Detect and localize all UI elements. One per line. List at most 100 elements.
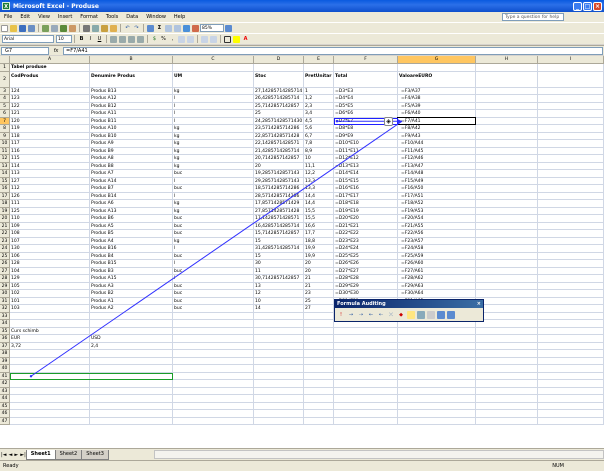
- table-cell[interactable]: 5,6: [304, 125, 334, 133]
- cell[interactable]: [476, 402, 538, 410]
- cell[interactable]: [10, 380, 90, 388]
- table-cell[interactable]: 17,8571428571429: [254, 200, 304, 208]
- cell[interactable]: [334, 357, 398, 365]
- row-header[interactable]: 16: [0, 185, 10, 193]
- cell[interactable]: [334, 402, 398, 410]
- cell[interactable]: [538, 387, 604, 395]
- table-cell[interactable]: 120: [10, 117, 90, 125]
- table-cell[interactable]: =D23*E23: [334, 237, 398, 245]
- cell[interactable]: [538, 410, 604, 418]
- table-cell[interactable]: 127: [10, 177, 90, 185]
- table-cell[interactable]: =F29/A63: [398, 282, 476, 290]
- table-cell[interactable]: Produs A4: [90, 237, 173, 245]
- row-header[interactable]: 27: [0, 267, 10, 275]
- cell[interactable]: [538, 402, 604, 410]
- cell[interactable]: [254, 395, 304, 403]
- cell[interactable]: [254, 402, 304, 410]
- cell[interactable]: [398, 402, 476, 410]
- table-cell[interactable]: 122: [10, 102, 90, 110]
- cell[interactable]: [398, 417, 476, 425]
- cell[interactable]: [476, 380, 538, 388]
- table-cell[interactable]: =F28/A62: [398, 275, 476, 283]
- print-preview-icon[interactable]: [51, 24, 58, 32]
- table-cell[interactable]: 25: [304, 297, 334, 305]
- cell[interactable]: [254, 327, 304, 335]
- cell[interactable]: [10, 320, 90, 328]
- font-select[interactable]: Arial: [2, 35, 54, 43]
- table-cell[interactable]: 15,5: [304, 215, 334, 223]
- table-cell[interactable]: l: [173, 192, 254, 200]
- table-header-cell[interactable]: PretUnitar: [304, 71, 334, 88]
- cell[interactable]: [398, 410, 476, 418]
- table-cell[interactable]: l: [173, 245, 254, 253]
- row-header[interactable]: 13: [0, 162, 10, 170]
- row-header[interactable]: 38: [0, 350, 10, 358]
- cell[interactable]: [90, 357, 173, 365]
- cell[interactable]: [538, 252, 604, 260]
- table-cell[interactable]: 125: [10, 207, 90, 215]
- align-right-icon[interactable]: [128, 35, 135, 43]
- table-cell[interactable]: =D22*E22: [334, 230, 398, 238]
- cell[interactable]: [173, 395, 254, 403]
- table-cell[interactable]: 22,8571428571428: [254, 132, 304, 140]
- cell[interactable]: [90, 387, 173, 395]
- formula-input[interactable]: =F7/A41: [63, 46, 603, 55]
- cell[interactable]: [254, 320, 304, 328]
- cell[interactable]: [476, 222, 538, 230]
- table-cell[interactable]: =D24*E24: [334, 245, 398, 253]
- table-cell[interactable]: =F5/A39: [398, 102, 476, 110]
- table-cell[interactable]: =D19*E19: [334, 207, 398, 215]
- cell[interactable]: [334, 410, 398, 418]
- table-cell[interactable]: =F12/A46: [398, 155, 476, 163]
- remove-precedent-arrows-icon[interactable]: ⇢: [357, 311, 365, 319]
- cell[interactable]: [476, 342, 538, 350]
- table-header-cell[interactable]: Denumire Produs: [90, 71, 173, 88]
- cell[interactable]: [476, 230, 538, 238]
- tab-sheet1[interactable]: Sheet1: [25, 449, 56, 460]
- cell[interactable]: [476, 64, 538, 72]
- cell[interactable]: [476, 147, 538, 155]
- table-cell[interactable]: 16,4285714285714: [254, 222, 304, 230]
- cell[interactable]: [173, 387, 254, 395]
- cell[interactable]: [538, 372, 604, 380]
- table-cell[interactable]: kg: [173, 87, 254, 95]
- permission-icon[interactable]: [28, 24, 35, 32]
- table-cell[interactable]: 23,5714285714286: [254, 125, 304, 133]
- cell[interactable]: [90, 312, 173, 320]
- table-cell[interactable]: kg: [173, 162, 254, 170]
- cell[interactable]: [538, 350, 604, 358]
- table-cell[interactable]: 30,7142857142857: [254, 275, 304, 283]
- cell[interactable]: [538, 327, 604, 335]
- cut-icon[interactable]: [83, 24, 90, 32]
- table-cell[interactable]: 16,6: [304, 222, 334, 230]
- table-cell[interactable]: 20: [254, 162, 304, 170]
- cell[interactable]: [90, 395, 173, 403]
- table-cell[interactable]: 17,1428571428571: [254, 215, 304, 223]
- menu-format[interactable]: Format: [76, 14, 102, 20]
- cell[interactable]: [254, 64, 304, 72]
- table-cell[interactable]: 17,7: [304, 230, 334, 238]
- row-header[interactable]: 19: [0, 207, 10, 215]
- table-cell[interactable]: 26,4285714285714: [254, 95, 304, 103]
- table-cell[interactable]: 27: [304, 305, 334, 313]
- print-icon[interactable]: [42, 24, 49, 32]
- tab-sheet3[interactable]: Sheet3: [81, 449, 109, 460]
- cell[interactable]: [10, 402, 90, 410]
- table-cell[interactable]: Produs A8: [90, 155, 173, 163]
- cell[interactable]: [173, 312, 254, 320]
- table-cell[interactable]: =F4/A38: [398, 95, 476, 103]
- row-header[interactable]: 36: [0, 335, 10, 343]
- table-cell[interactable]: 107: [10, 237, 90, 245]
- table-header-cell[interactable]: ValoareEURO: [398, 71, 476, 88]
- row-header[interactable]: 2: [0, 71, 10, 88]
- font-size-select[interactable]: 10: [56, 35, 72, 43]
- cell[interactable]: [334, 417, 398, 425]
- close-button[interactable]: ×: [593, 1, 602, 11]
- table-cell[interactable]: 129: [10, 275, 90, 283]
- table-cell[interactable]: 23: [304, 290, 334, 298]
- table-cell[interactable]: 10: [254, 297, 304, 305]
- table-cell[interactable]: kg: [173, 147, 254, 155]
- cell[interactable]: [538, 260, 604, 268]
- table-cell[interactable]: 20: [304, 260, 334, 268]
- cell[interactable]: [173, 380, 254, 388]
